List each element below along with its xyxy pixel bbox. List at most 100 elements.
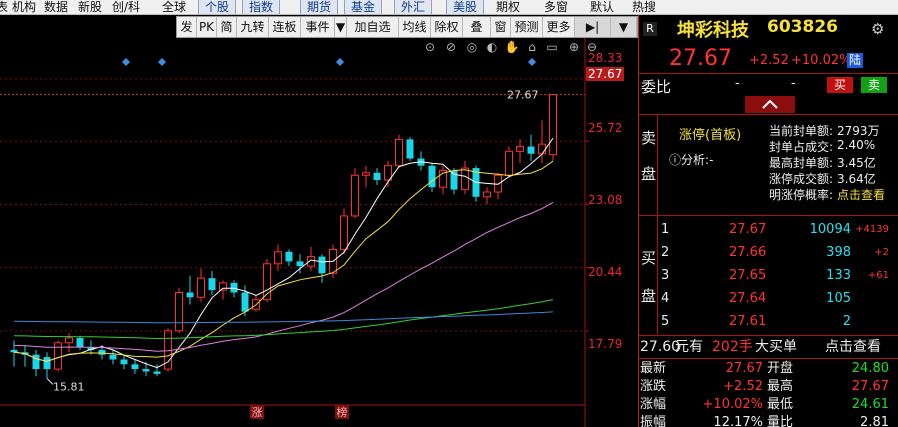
toolbar-button[interactable]: 简 [217,17,237,37]
stat-label: 当前封单额: [769,124,834,138]
candle-body [527,146,535,154]
sell-button[interactable]: 卖 [861,77,887,93]
ob-volume: 105 [826,291,851,306]
menu-item[interactable]: 期货 [300,0,339,14]
ob-volume: 133 [826,268,851,283]
toolbar-button[interactable]: 窗 [491,17,511,37]
orderbook-row[interactable]: 2 27.66 398 +2 [639,241,898,264]
collapse-toggle[interactable] [745,96,795,113]
toolbar-button[interactable]: 加自选 [347,17,399,37]
menu-item[interactable]: 基金 [344,0,383,14]
candle-body [428,165,436,188]
r-badge: R [643,22,657,36]
ma-line [13,201,554,352]
ob-delta: +2 [874,247,889,258]
menu-item[interactable]: 默认 [590,0,614,14]
candle-body [131,364,139,370]
toolbar-button[interactable]: ▼ [335,17,347,37]
ob-price: 27.65 [729,268,767,283]
eye-icon[interactable]: ◎ [467,40,477,54]
menu-item[interactable]: 机构 [12,0,36,14]
y-tick-label: 28.33 [588,51,623,65]
kline-svg[interactable]: 27.6715.81涨 榜⊙ ⊘ ◎ ◐ ✋ ⌂ ▭ ⊕ ⊖ [0,38,638,427]
menu-item[interactable]: 美股 [446,0,485,14]
candle-body [406,139,414,159]
stat-value: 2793万 [837,124,880,138]
toolbar-button[interactable]: PK [197,17,217,37]
orderbook-row[interactable]: 1 27.67 10094 +4139 [639,218,898,241]
candle-body [461,167,469,191]
menu-item[interactable]: 外汇 [394,0,433,14]
toolbar-button[interactable]: 除权 [431,17,463,37]
candle-body [153,371,161,374]
candle-body [373,172,381,181]
quote-label: 量比 [767,415,794,427]
candle-body [395,138,403,167]
chevron-up-icon [762,99,778,109]
candle-body [109,354,117,360]
gear-icon[interactable]: ⚙ [871,20,884,38]
menu-item[interactable]: 个股 [198,0,237,14]
menu-item[interactable]: 创/科 [112,0,140,14]
toolbar-button[interactable]: 预测 [511,17,543,37]
stat-label: 封单占成交: [769,140,834,154]
candle-body [549,94,557,156]
toolbar-button[interactable]: ▶| [575,17,611,37]
ob-volume: 398 [826,245,851,260]
toolbar-button[interactable]: 更多 [543,17,575,37]
quote-label: 最新 [640,361,667,376]
candle-body [208,278,216,291]
y-tick-label: 25.72 [588,121,623,135]
window-icon[interactable]: ▭ [546,40,557,54]
menu-item[interactable]: 热搜 [632,0,656,14]
candle-body [241,292,249,312]
event-marker-icon [336,58,344,66]
high-price-marker: 27.67 [507,89,539,102]
ob-price: 27.66 [729,245,767,260]
stock-code: 603826 [767,17,838,37]
quote-value: +10.02% [702,397,763,412]
top-menu-bar: 表机构数据新股创/科 全球个股指数 期货基金外汇美股期权 多窗 默认 热搜 [0,0,898,15]
orderbook-row[interactable]: 4 27.64 105 [639,287,898,310]
ob-level: 3 [661,268,670,283]
menu-item[interactable]: 全球 [162,0,186,14]
toolbar-button[interactable]: 均线 [399,17,431,37]
event-marker-icon [158,58,166,66]
circle-icon[interactable]: ◐ [487,40,497,54]
stat-link[interactable]: 点击查看 [837,186,885,203]
hand-icon[interactable]: ✋ [505,40,520,54]
orderbook-row[interactable]: 3 27.65 133 +61 [639,264,898,287]
lock-icon[interactable]: ⌂ [528,40,536,54]
chart-toolbar: 发 PK 简九转 连板 事件 ▼ 加自选 均线 除权叠窗预测 更多 ▶| ▼ [176,16,638,38]
menu-item[interactable]: 指数 [242,0,281,14]
buy-button[interactable]: 买 [827,77,853,93]
candle-body [76,337,84,348]
big-order-qty: 202手 [712,339,753,355]
candle-body [142,369,150,372]
menu-item[interactable]: 表 [0,0,8,14]
orderbook-row[interactable]: 5 27.61 2 [639,310,898,333]
quote-label: 振幅 [640,415,667,427]
candle-body [65,337,73,344]
toolbar-button[interactable]: ▼ [611,17,637,37]
ob-price: 27.67 [729,222,767,237]
stock-name: 坤彩科技 [677,20,749,41]
settings-icon[interactable]: ⊙ [425,40,435,54]
stat-value: 3.45亿 [837,156,876,170]
menu-item[interactable]: 新股 [78,0,102,14]
menu-item[interactable]: 多窗 [544,0,568,14]
big-order-bar[interactable]: 27.60 元有 202手 大买单 点击查看 [639,337,898,357]
big-order-link[interactable]: 点击查看 [825,337,881,357]
toolbar-button[interactable]: 发 [177,17,197,37]
menu-item[interactable]: 期权 [496,0,520,14]
draw-icon[interactable]: ⊘ [446,40,456,54]
toolbar-button[interactable]: 连板 [269,17,301,37]
zoom-in-icon[interactable]: ⊕ [569,40,579,54]
ob-level: 4 [661,291,670,306]
kline-chart[interactable]: 27.67 15.81 涨榜 ⊙ ⊘ ◎ ◐ ✋ ⌂ ▭ ⊕ ⊖ 28.33 25.72 23.08 … [0,38,638,427]
menu-item[interactable]: 数据 [44,0,68,14]
toolbar-button[interactable]: 叠 [463,17,491,37]
toolbar-button[interactable]: 事件 [301,17,335,37]
toolbar-button[interactable]: 九转 [237,17,269,37]
info-icon: ⓘ [669,153,682,167]
